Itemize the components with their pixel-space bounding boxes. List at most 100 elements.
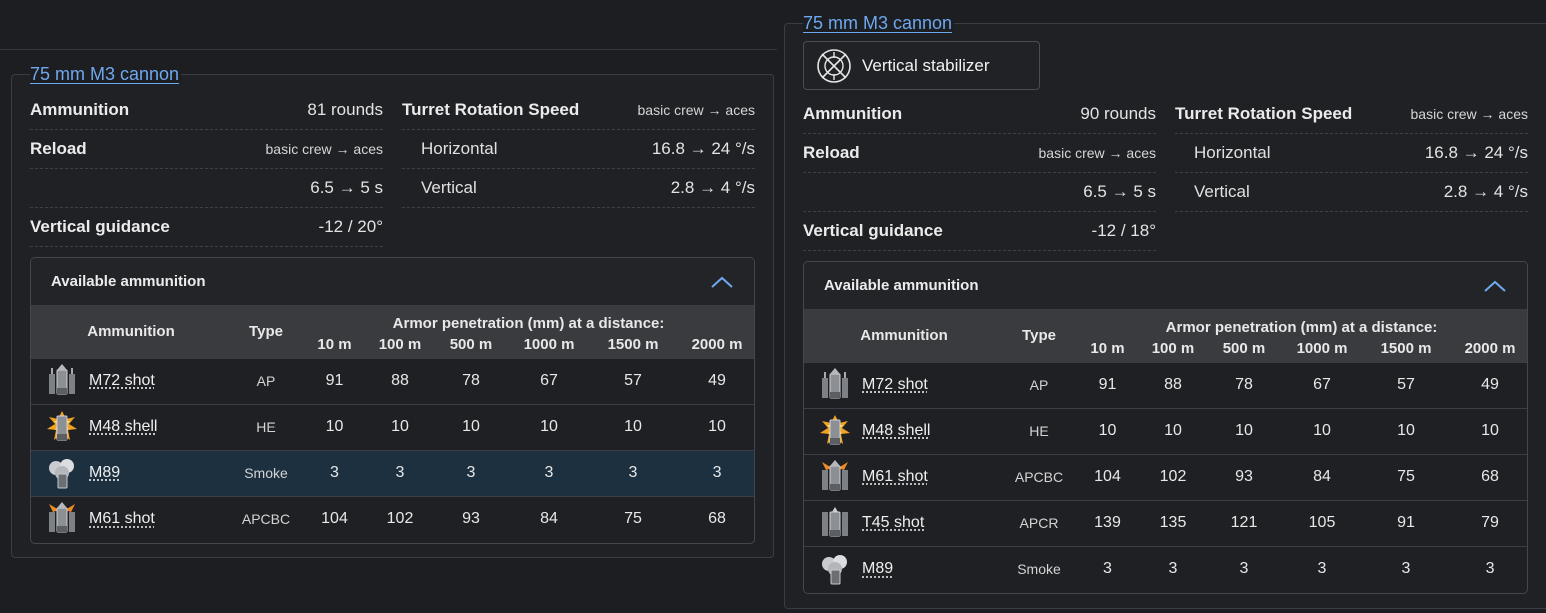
col-header-distance: 2000 m — [1451, 336, 1528, 362]
stabilizer-label: Vertical stabilizer — [862, 56, 990, 76]
penetration-value: 121 — [1205, 500, 1283, 546]
penetration-value: 10 — [1283, 408, 1361, 454]
penetration-value: 10 — [1205, 408, 1283, 454]
penetration-value: 88 — [1141, 362, 1205, 408]
ammo-name-link[interactable]: M48 shell — [89, 418, 157, 436]
col-header-distance: 1500 m — [1361, 336, 1451, 362]
stats-right-col: Turret Rotation Speed basic crew → aces Ho… — [402, 91, 755, 208]
ammo-row[interactable]: M48 shell HE 10 10 10 10 10 10 — [804, 408, 1528, 454]
penetration-value: 10 — [588, 404, 678, 450]
ammo-name-cell: M72 shot — [804, 362, 1004, 408]
penetration-value: 102 — [368, 496, 432, 542]
stat-row: Turret Rotation Speed basic crew → aces — [1175, 95, 1528, 134]
ammo-row[interactable]: M89 Smoke 3 3 3 3 3 3 — [31, 450, 755, 496]
ammo-row[interactable]: T45 shot APCR 139 135 121 105 91 79 — [804, 500, 1528, 546]
penetration-value: 93 — [1205, 454, 1283, 500]
col-header-ammunition: Ammunition — [31, 306, 231, 358]
col-header-ammunition: Ammunition — [804, 310, 1004, 362]
penetration-value: 93 — [432, 496, 510, 542]
penetration-value: 91 — [1361, 500, 1451, 546]
ammo-type: APCBC — [1004, 454, 1074, 500]
stat-label: Ammunition — [803, 104, 902, 124]
ammo-name-link[interactable]: M72 shot — [862, 376, 928, 394]
ammo-panel: Available ammunition Ammunition Type Armor… — [803, 261, 1528, 594]
weapon-title-link[interactable]: 75 mm M3 cannon — [30, 64, 181, 85]
stat-row: Vertical guidance -12 / 20° — [30, 208, 383, 247]
ammo-row[interactable]: M89 Smoke 3 3 3 3 3 3 — [804, 546, 1528, 592]
penetration-value: 10 — [432, 404, 510, 450]
stat-row: Vertical 2.8 → 4 °/s — [1175, 173, 1528, 212]
stat-value: basic crew → aces — [266, 141, 383, 157]
penetration-value: 10 — [301, 404, 368, 450]
ammo-row[interactable]: M72 shot AP 91 88 78 67 57 49 — [31, 358, 755, 404]
ammo-name-link[interactable]: M72 shot — [89, 372, 155, 390]
ammo-name-cell: M89 — [804, 546, 1004, 592]
stat-label: Turret Rotation Speed — [1175, 104, 1352, 124]
ammo-name-link[interactable]: T45 shot — [862, 514, 924, 532]
ammo-panel-header[interactable]: Available ammunition — [804, 262, 1527, 310]
col-header-type: Type — [231, 306, 301, 358]
penetration-value: 3 — [510, 450, 588, 496]
ammo-row[interactable]: M61 shot APCBC 104 102 93 84 75 68 — [804, 454, 1528, 500]
penetration-value: 139 — [1074, 500, 1141, 546]
chevron-up-icon[interactable] — [1483, 279, 1507, 293]
stat-label: Vertical guidance — [803, 221, 943, 241]
ammo-name-cell: M89 — [31, 450, 231, 496]
stat-row: Vertical guidance -12 / 18° — [803, 212, 1156, 251]
stat-value: 16.8 → 24 °/s — [652, 139, 755, 159]
penetration-value: 67 — [1283, 362, 1361, 408]
ammo-name-cell: M48 shell — [804, 408, 1004, 454]
ammo-table: Ammunition Type Armor penetration (mm) at … — [31, 306, 755, 542]
penetration-value: 10 — [678, 404, 755, 450]
penetration-value: 10 — [1451, 408, 1528, 454]
ammo-name-link[interactable]: M48 shell — [862, 422, 930, 440]
ammo-name-link[interactable]: M89 — [862, 560, 893, 578]
penetration-value: 67 — [510, 358, 588, 404]
ammo-type: AP — [231, 358, 301, 404]
stats-right-col: Turret Rotation Speed basic crew → aces Ho… — [1175, 95, 1528, 212]
stat-row: 6.5 → 5 s — [30, 169, 383, 208]
penetration-value: 10 — [1141, 408, 1205, 454]
smoke-shell-icon — [45, 456, 79, 490]
stat-value: 2.8 → 4 °/s — [671, 178, 755, 198]
weapon-title-link[interactable]: 75 mm M3 cannon — [803, 13, 954, 34]
penetration-value: 78 — [1205, 362, 1283, 408]
stat-label: Horizontal — [402, 139, 498, 159]
chevron-up-icon[interactable] — [710, 275, 734, 289]
he-shell-icon — [818, 414, 852, 448]
penetration-value: 57 — [588, 358, 678, 404]
stat-value: basic crew → aces — [638, 102, 755, 118]
penetration-value: 84 — [510, 496, 588, 542]
penetration-value: 3 — [1283, 546, 1361, 592]
stat-value: 16.8 → 24 °/s — [1425, 143, 1528, 163]
stabilizer-icon — [816, 48, 852, 84]
col-header-distance: 500 m — [1205, 336, 1283, 362]
col-header-distance: 2000 m — [678, 332, 755, 358]
ap-shell-icon — [818, 368, 852, 402]
ammo-name-link[interactable]: M89 — [89, 464, 120, 482]
stat-value: -12 / 20° — [319, 217, 383, 237]
penetration-value: 10 — [1361, 408, 1451, 454]
stabilizer-badge: Vertical stabilizer — [803, 41, 1040, 90]
stat-label: Vertical guidance — [30, 217, 170, 237]
stat-row: 6.5 → 5 s — [803, 173, 1156, 212]
stats-left-col: Ammunition 81 rounds Reload basic crew → ac… — [30, 91, 383, 247]
stat-label: Turret Rotation Speed — [402, 100, 579, 120]
penetration-value: 104 — [1074, 454, 1141, 500]
ammo-name-link[interactable]: M61 shot — [89, 510, 155, 528]
ammo-row[interactable]: M72 shot AP 91 88 78 67 57 49 — [804, 362, 1528, 408]
ammo-name-link[interactable]: M61 shot — [862, 468, 928, 486]
penetration-value: 3 — [1361, 546, 1451, 592]
apcbc-shell-icon — [45, 502, 79, 536]
ammo-row[interactable]: M61 shot APCBC 104 102 93 84 75 68 — [31, 496, 755, 542]
stat-row: Vertical 2.8 → 4 °/s — [402, 169, 755, 208]
stat-value: 81 rounds — [307, 100, 383, 120]
ammo-panel-header[interactable]: Available ammunition — [31, 258, 754, 306]
ammo-row[interactable]: M48 shell HE 10 10 10 10 10 10 — [31, 404, 755, 450]
col-header-type: Type — [1004, 310, 1074, 362]
penetration-value: 49 — [1451, 362, 1528, 408]
ammo-type: APCBC — [231, 496, 301, 542]
ammo-panel-title: Available ammunition — [51, 273, 205, 290]
penetration-value: 3 — [368, 450, 432, 496]
col-header-distance: 1000 m — [510, 332, 588, 358]
